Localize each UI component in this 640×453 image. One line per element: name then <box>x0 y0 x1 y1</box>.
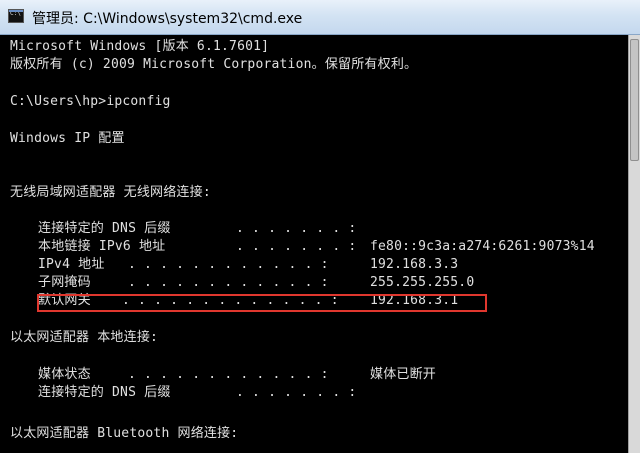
adapter-heading-bluetooth: 以太网适配器 Bluetooth 网络连接: <box>10 426 239 441</box>
adapter-heading-wireless: 无线局域网适配器 无线网络连接: <box>10 185 211 200</box>
ip-config-title: Windows IP 配置 <box>10 131 125 146</box>
row-label: IPv4 地址 <box>38 257 105 272</box>
row-dots: . . . . . . . : <box>236 221 357 236</box>
version-line: Microsoft Windows [版本 6.1.7601] <box>10 39 270 54</box>
row-value: 192.168.3.3 <box>370 257 459 272</box>
row-dots: . . . . . . . . . . . . : <box>128 257 329 272</box>
title-bar[interactable]: 管理员: C:\Windows\system32\cmd.exe <box>0 0 640 35</box>
list-item: 连接特定的 DNS 后缀 . . . . . . . : <box>38 220 628 238</box>
command-prompt-icon <box>8 9 24 23</box>
copyright-line: 版权所有 (c) 2009 Microsoft Corporation。保留所有… <box>10 57 418 72</box>
list-item: 连接特定的 DNS 后缀 . . . . . . . : <box>38 384 628 402</box>
list-item: 子网掩码 . . . . . . . . . . . . : 255.255.2… <box>38 274 628 292</box>
command-prompt: C:\Users\hp>ipconfig <box>10 94 171 109</box>
list-item: 媒体状态 . . . . . . . . . . . . : 媒体已断开 <box>38 366 628 384</box>
row-dots: . . . . . . . . . . . . : <box>128 275 329 290</box>
row-dots: . . . . . . . . . . . . : <box>128 367 329 382</box>
list-item: IPv4 地址 . . . . . . . . . . . . : 192.16… <box>38 256 628 274</box>
adapter-heading-ethernet: 以太网适配器 本地连接: <box>10 330 159 345</box>
ipv4-highlight-box <box>37 294 487 312</box>
vertical-scrollbar[interactable] <box>628 35 640 453</box>
scrollbar-thumb[interactable] <box>630 39 639 161</box>
row-dots: . . . . . . . : <box>236 385 357 400</box>
row-value: fe80::9c3a:a274:6261:9073%14 <box>370 239 595 254</box>
list-item: 本地链接 IPv6 地址 . . . . . . . : fe80::9c3a:… <box>38 238 628 256</box>
row-value: 255.255.255.0 <box>370 275 475 290</box>
cmd-window: 管理员: C:\Windows\system32\cmd.exe Microso… <box>0 0 640 453</box>
row-label: 子网掩码 <box>38 275 91 290</box>
row-dots: . . . . . . . : <box>236 239 357 254</box>
row-value: 媒体已断开 <box>370 367 437 382</box>
row-label: 媒体状态 <box>38 367 91 382</box>
window-title: 管理员: C:\Windows\system32\cmd.exe <box>32 11 303 27</box>
row-label: 本地链接 IPv6 地址 <box>38 239 166 254</box>
row-label: 连接特定的 DNS 后缀 <box>38 221 171 236</box>
console-output[interactable]: Microsoft Windows [版本 6.1.7601] 版权所有 (c)… <box>0 35 628 453</box>
row-label: 连接特定的 DNS 后缀 <box>38 385 171 400</box>
